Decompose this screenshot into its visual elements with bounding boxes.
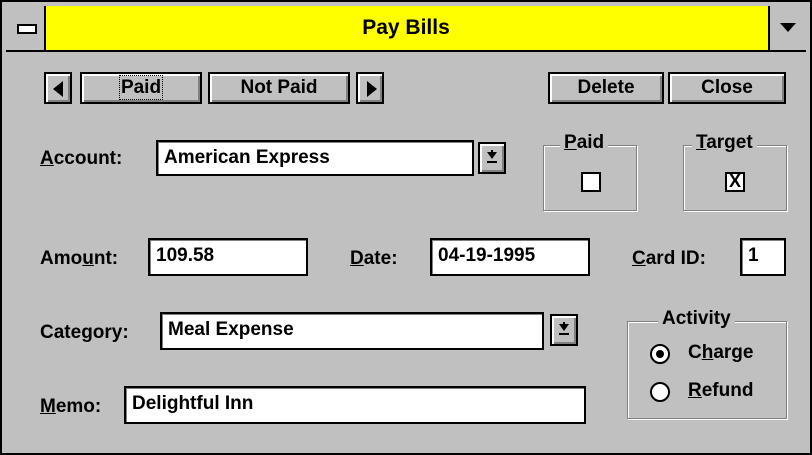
activity-group-title: Activity bbox=[658, 308, 735, 330]
system-menu-icon bbox=[17, 24, 37, 34]
radio-selected-dot bbox=[656, 350, 664, 358]
refund-radio[interactable] bbox=[650, 382, 670, 402]
account-dropdown-button[interactable] bbox=[478, 142, 506, 174]
target-checkbox[interactable]: X bbox=[725, 171, 745, 192]
account-label: Account: bbox=[40, 148, 123, 169]
arrow-left-icon bbox=[53, 81, 63, 97]
window-title: Pay Bills bbox=[362, 16, 450, 39]
paid-group-title: Paid bbox=[560, 132, 609, 154]
tab-not-paid[interactable]: Not Paid bbox=[208, 72, 350, 104]
card-id-label: Card ID: bbox=[632, 248, 706, 269]
amount-field[interactable]: 109.58 bbox=[148, 238, 308, 276]
date-field[interactable]: 04-19-1995 bbox=[430, 238, 590, 276]
amount-label: Amount: bbox=[40, 248, 119, 269]
target-group-title: Target bbox=[692, 132, 757, 154]
category-combo[interactable]: Meal Expense bbox=[160, 312, 544, 350]
dropdown-underline bbox=[559, 333, 569, 335]
delete-button[interactable]: Delete bbox=[548, 72, 664, 104]
card-id-field[interactable]: 1 bbox=[740, 238, 786, 276]
check-mark-icon: X bbox=[728, 171, 741, 191]
charge-radio[interactable] bbox=[650, 344, 670, 364]
memo-field[interactable]: Delightful Inn bbox=[124, 386, 586, 424]
memo-label: Memo: bbox=[40, 396, 102, 417]
refund-label[interactable]: Refund bbox=[688, 380, 753, 402]
category-label: Category: bbox=[40, 322, 129, 343]
tab-paid-label: Paid bbox=[118, 75, 164, 100]
chevron-down-icon bbox=[559, 324, 569, 331]
minimize-button[interactable] bbox=[768, 6, 806, 50]
tab-paid[interactable]: Paid bbox=[80, 72, 202, 104]
dropdown-underline bbox=[487, 161, 497, 163]
paid-checkbox[interactable] bbox=[581, 172, 601, 192]
category-dropdown-button[interactable] bbox=[550, 314, 578, 346]
next-record-button[interactable] bbox=[356, 72, 384, 104]
chevron-down-icon bbox=[780, 23, 796, 32]
chevron-down-icon bbox=[487, 152, 497, 159]
prev-record-button[interactable] bbox=[44, 72, 72, 104]
system-menu-button[interactable] bbox=[6, 6, 46, 50]
arrow-right-icon bbox=[367, 81, 377, 97]
activity-group bbox=[627, 321, 787, 419]
date-label: Date: bbox=[350, 248, 398, 269]
charge-label[interactable]: Charge bbox=[688, 342, 753, 364]
close-button[interactable]: Close bbox=[668, 72, 786, 104]
account-combo[interactable]: American Express bbox=[156, 140, 474, 176]
